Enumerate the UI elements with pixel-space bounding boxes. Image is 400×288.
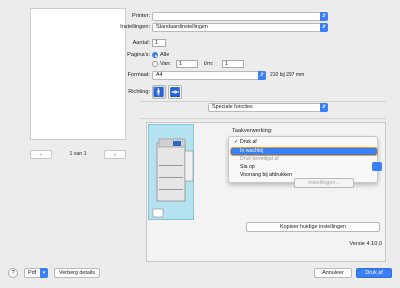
last-page-button[interactable]: » [104, 150, 126, 159]
printer-icon [152, 138, 194, 218]
cancel-button[interactable]: Annuleer [314, 268, 352, 278]
checkmark-icon: ✓ [234, 139, 239, 145]
separator [140, 118, 386, 119]
printer-label: Printer: [131, 13, 150, 19]
help-button[interactable]: ? [8, 268, 18, 278]
first-page-button[interactable]: « [30, 150, 52, 159]
landscape-orientation-button[interactable]: 🚹 [168, 85, 182, 99]
job-processing-label: Taakverwerking: [232, 128, 273, 134]
chevron-updown-icon: ⇵ [320, 103, 328, 112]
printer-popup[interactable]: ⇵ [152, 12, 328, 21]
pages-from-field[interactable]: 1 [176, 60, 198, 68]
menu-item-print[interactable]: ✓ Druk af [231, 139, 377, 146]
job-processing-menu: ✓ Druk af In wachtrij Druk beveiligd af S… [228, 136, 379, 183]
pages-from-label: Van: [160, 61, 172, 67]
section-popup[interactable]: Speciale functies ⇵ [208, 103, 328, 112]
paper-size-label: Formaat: [127, 72, 150, 78]
job-processing-popup-arrow[interactable] [372, 162, 382, 171]
menu-item-hold[interactable]: In wachtrij [229, 146, 379, 157]
menu-item-secured-print[interactable]: Druk beveiligd af [231, 156, 377, 163]
paper-size-dims: 210 bij 297 mm [270, 72, 305, 78]
chevron-updown-icon: ⇵ [320, 12, 328, 21]
copies-field[interactable]: 1 [152, 39, 166, 47]
landscape-icon: 🚹 [170, 86, 181, 98]
separator [140, 101, 386, 102]
printer-image [148, 124, 194, 220]
presets-popup[interactable]: Standaardinstellingen ⇵ [152, 23, 328, 32]
pages-all-label: Alle [160, 52, 170, 58]
chevron-updown-icon: ⇵ [320, 23, 328, 32]
portrait-icon: 🚹 [153, 86, 165, 97]
pages-to-label: t/m: [204, 61, 214, 67]
hide-details-button[interactable]: Verberg details [54, 268, 100, 278]
paper-size-popup[interactable]: A4 ⇵ [152, 71, 266, 80]
menu-item-store[interactable]: Sla op [231, 164, 377, 171]
chevron-down-icon: ▾ [40, 268, 48, 278]
orientation-label: Richting: [128, 89, 150, 95]
pages-range-radio[interactable] [152, 61, 158, 67]
pdf-menu-button[interactable]: Pdf ▾ [24, 268, 48, 278]
job-settings-button[interactable]: Instellingen... [294, 178, 354, 188]
version-label: Versie 4.10.0 [349, 241, 382, 247]
pages-to-field[interactable]: 1 [222, 60, 244, 68]
presets-label: Instellingen: [120, 24, 150, 30]
chevron-updown-icon: ⇵ [258, 71, 266, 80]
page-indicator: 1 van 1 [69, 151, 87, 157]
portrait-orientation-button[interactable]: 🚹 [152, 85, 166, 99]
copies-label: Aantal: [132, 40, 150, 46]
pages-all-radio[interactable] [152, 52, 158, 58]
pages-label: Pagina's: [127, 52, 150, 58]
copy-settings-button[interactable]: Kopieer huidige instellingen [246, 222, 380, 232]
print-button[interactable]: Druk af [356, 268, 392, 278]
